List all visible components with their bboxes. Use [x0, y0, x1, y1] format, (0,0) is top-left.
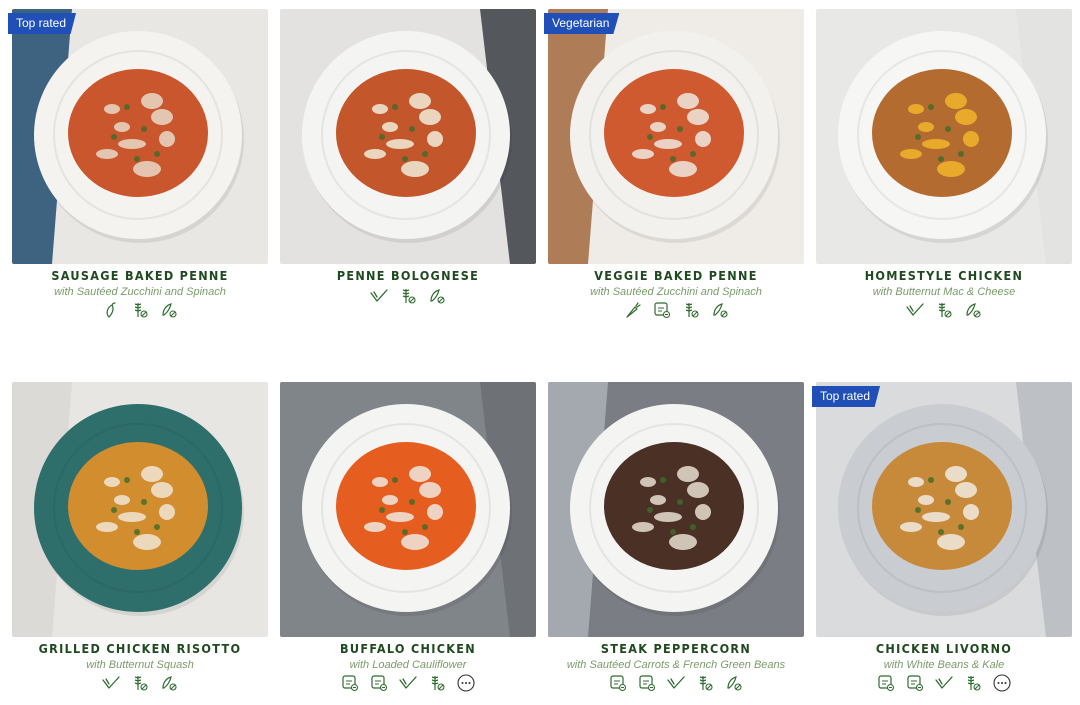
meal-subtitle: with White Beans & Kale — [883, 659, 1005, 671]
meal-badge: Vegetarian — [544, 13, 620, 34]
meal-subtitle: with Butternut Mac & Cheese — [872, 286, 1016, 298]
check-icon — [905, 300, 925, 320]
meal-photo[interactable] — [548, 382, 804, 637]
meal-attribute-icons — [12, 300, 268, 320]
meal-photo[interactable] — [548, 9, 804, 264]
meal-title[interactable]: CHICKEN LIVORNO — [816, 641, 1072, 656]
check-icon — [666, 673, 686, 693]
wheat-icon — [427, 673, 447, 693]
meal-photo[interactable] — [816, 382, 1072, 637]
meal-attribute-icons — [816, 673, 1072, 693]
meal-subtitle: with Butternut Squash — [86, 659, 194, 671]
dairy-icon — [427, 286, 447, 306]
more-icon[interactable] — [456, 673, 476, 693]
meal-attribute-icons — [280, 673, 536, 693]
dairy-icon — [963, 300, 983, 320]
meal-subtitle: with Sautéed Zucchini and Spinach — [590, 286, 762, 298]
calorie-icon — [637, 673, 657, 693]
check-icon — [101, 673, 121, 693]
meal-title[interactable]: GRILLED CHICKEN RISOTTO — [12, 641, 268, 656]
meal-badge: Top rated — [812, 386, 881, 407]
meal-attribute-icons — [12, 673, 268, 693]
carrot-icon — [623, 300, 643, 320]
wheat-icon — [130, 300, 150, 320]
calorie-icon — [369, 673, 389, 693]
wheat-icon — [934, 300, 954, 320]
wheat-icon — [681, 300, 701, 320]
wheat-icon — [695, 673, 715, 693]
meal-grid: Top rated SAUSAGE BAKED PENNE with Sauté… — [0, 0, 1080, 705]
meal-subtitle: with Loaded Cauliflower — [349, 659, 467, 671]
calorie-icon — [608, 673, 628, 693]
meal-title[interactable]: PENNE BOLOGNESE — [280, 268, 536, 283]
calorie-icon — [876, 673, 896, 693]
meal-attribute-icons — [548, 673, 804, 693]
wheat-icon — [963, 673, 983, 693]
meal-title[interactable]: VEGGIE BAKED PENNE — [548, 268, 804, 283]
dairy-icon — [710, 300, 730, 320]
meal-title[interactable]: SAUSAGE BAKED PENNE — [12, 268, 268, 283]
meal-attribute-icons — [816, 300, 1072, 320]
dairy-icon — [724, 673, 744, 693]
meal-photo[interactable] — [12, 9, 268, 264]
meal-badge: Top rated — [8, 13, 77, 34]
meal-photo[interactable] — [12, 382, 268, 637]
dairy-icon — [159, 300, 179, 320]
check-icon — [398, 673, 418, 693]
dairy-icon — [159, 673, 179, 693]
meal-subtitle: with Sautéed Carrots & French Green Bean… — [566, 659, 786, 671]
spicy-icon — [101, 300, 121, 320]
meal-photo[interactable] — [280, 9, 536, 264]
more-icon[interactable] — [992, 673, 1012, 693]
check-icon — [934, 673, 954, 693]
calorie-icon — [905, 673, 925, 693]
calorie-icon — [652, 300, 672, 320]
wheat-icon — [130, 673, 150, 693]
calorie-icon — [340, 673, 360, 693]
meal-title[interactable]: BUFFALO CHICKEN — [280, 641, 536, 656]
check-icon — [369, 286, 389, 306]
meal-subtitle: with Sautéed Zucchini and Spinach — [54, 286, 226, 298]
meal-photo[interactable] — [816, 9, 1072, 264]
meal-attribute-icons — [280, 286, 536, 306]
meal-photo[interactable] — [280, 382, 536, 637]
meal-title[interactable]: HOMESTYLE CHICKEN — [816, 268, 1072, 283]
wheat-icon — [398, 286, 418, 306]
meal-attribute-icons — [548, 300, 804, 320]
meal-title[interactable]: STEAK PEPPERCORN — [548, 641, 804, 656]
